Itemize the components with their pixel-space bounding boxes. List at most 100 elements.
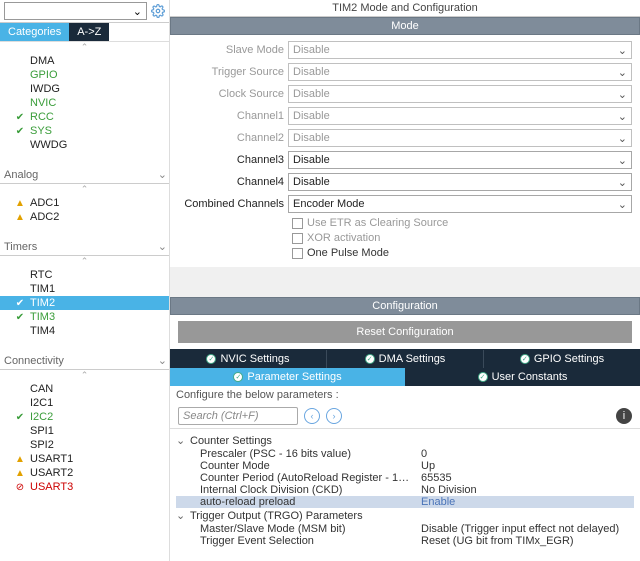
ban-icon [14,482,26,493]
tab-a-z[interactable]: A->Z [69,23,109,41]
peripheral-dma[interactable]: DMA [0,54,169,68]
mode-row-channel3: Channel3Disable⌄ [178,151,632,169]
peripheral-adc1[interactable]: ADC1 [0,196,169,210]
config-tabs-row2: ✓Parameter Settings✓User Constants [170,368,640,386]
peripheral-can[interactable]: CAN [0,382,169,396]
peripheral-usart1[interactable]: USART1 [0,452,169,466]
peripheral-tim3[interactable]: TIM3 [0,310,169,324]
peripheral-i2c2[interactable]: I2C2 [0,410,169,424]
peripheral-spi2[interactable]: SPI2 [0,438,169,452]
chevron-down-icon: ⌄ [618,176,627,189]
param-row[interactable]: Trigger Event SelectionReset (UG bit fro… [176,535,634,547]
info-icon[interactable]: i [616,408,632,424]
resize-handle[interactable]: ⌃ [0,42,169,52]
peripheral-label: GPIO [30,69,58,81]
check-icon [14,412,26,423]
peripheral-label: RTC [30,269,52,281]
mode-select[interactable]: Encoder Mode⌄ [288,195,632,213]
param-key: Trigger Event Selection [200,535,413,547]
param-value: Up [413,460,634,472]
chevron-down-icon: ⌄ [158,168,167,181]
mode-row-clock-source: Clock SourceDisable⌄ [178,85,632,103]
peripheral-usart2[interactable]: USART2 [0,466,169,480]
warn-icon [14,454,26,465]
tree-group: DMAGPIOIWDGNVICRCCSYSWWDG [0,52,169,164]
peripheral-spi1[interactable]: SPI1 [0,424,169,438]
resize-handle[interactable]: ⌃ [0,256,169,266]
param-group-trigger-output-trgo-parameters[interactable]: ⌄Trigger Output (TRGO) Parameters [176,508,634,523]
param-row[interactable]: Internal Clock Division (CKD)No Division [176,484,634,496]
warn-icon [14,198,26,209]
chevron-down-icon: ⌄ [618,66,627,79]
mode-select[interactable]: Disable⌄ [288,151,632,169]
mode-select[interactable]: Disable⌄ [288,173,632,191]
section-connectivity[interactable]: Connectivity⌄ [0,350,169,370]
peripheral-rcc[interactable]: RCC [0,110,169,124]
tab-user-constants[interactable]: ✓User Constants [405,368,640,386]
peripheral-tim4[interactable]: TIM4 [0,324,169,338]
mode-checkbox-one-pulse-mode[interactable]: One Pulse Mode [292,247,632,259]
param-row[interactable]: Prescaler (PSC - 16 bits value)0 [176,448,634,460]
search-next-button[interactable]: › [326,408,342,424]
peripheral-adc2[interactable]: ADC2 [0,210,169,224]
peripheral-gpio[interactable]: GPIO [0,68,169,82]
mode-select[interactable]: Disable⌄ [288,129,632,147]
chevron-down-icon: ⌄ [618,154,627,167]
peripheral-wwdg[interactable]: WWDG [0,138,169,152]
peripheral-label: SPI1 [30,425,54,437]
param-group-counter-settings[interactable]: ⌄Counter Settings [176,433,634,448]
gear-icon[interactable] [151,4,165,18]
peripheral-nvic[interactable]: NVIC [0,96,169,110]
tab-nvic-settings[interactable]: ✓NVIC Settings [170,350,327,368]
peripheral-rtc[interactable]: RTC [0,268,169,282]
peripheral-label: TIM4 [30,325,55,337]
peripheral-tim2[interactable]: TIM2 [0,296,169,310]
configure-note: Configure the below parameters : [170,386,640,404]
chevron-down-icon: ⌄ [176,509,186,522]
mode-select[interactable]: Disable⌄ [288,63,632,81]
resize-handle[interactable]: ⌃ [0,184,169,194]
param-row[interactable]: Master/Slave Mode (MSM bit)Disable (Trig… [176,523,634,535]
mode-label: Trigger Source [178,66,288,78]
chevron-down-icon: ⌄ [158,240,167,253]
param-key: Prescaler (PSC - 16 bits value) [200,448,413,460]
param-row[interactable]: Counter Period (AutoReload Register - 1…… [176,472,634,484]
chevron-down-icon: ⌄ [618,132,627,145]
section-timers[interactable]: Timers⌄ [0,236,169,256]
param-value: Disable (Trigger input effect not delaye… [413,523,634,535]
peripheral-sys[interactable]: SYS [0,124,169,138]
tab-dma-settings[interactable]: ✓DMA Settings [327,350,484,368]
search-prev-button[interactable]: ‹ [304,408,320,424]
left-tabs: Categories A->Z [0,23,169,42]
param-row[interactable]: auto-reload preloadEnable [176,496,634,508]
parameter-tree: ⌄Counter SettingsPrescaler (PSC - 16 bit… [170,429,640,561]
chevron-down-icon: ⌄ [158,354,167,367]
chevron-down-icon: ⌄ [133,5,142,18]
search-input[interactable]: Search (Ctrl+F) [178,407,298,425]
mode-select[interactable]: Disable⌄ [288,85,632,103]
tab-parameter-settings[interactable]: ✓Parameter Settings [170,368,405,386]
peripheral-tim1[interactable]: TIM1 [0,282,169,296]
peripheral-iwdg[interactable]: IWDG [0,82,169,96]
peripheral-i2c1[interactable]: I2C1 [0,396,169,410]
mode-select[interactable]: Disable⌄ [288,41,632,59]
tab-categories[interactable]: Categories [0,23,69,41]
param-value: Reset (UG bit from TIMx_EGR) [413,535,634,547]
peripheral-label: USART2 [30,467,73,479]
peripheral-dropdown[interactable]: ⌄ [4,2,147,20]
right-panel: TIM2 Mode and Configuration Mode Slave M… [170,0,640,561]
tab-gpio-settings[interactable]: ✓GPIO Settings [484,350,640,368]
mode-select[interactable]: Disable⌄ [288,107,632,125]
reset-configuration-button[interactable]: Reset Configuration [178,321,632,343]
param-row[interactable]: Counter ModeUp [176,460,634,472]
panel-gap [170,267,640,297]
mode-row-channel2: Channel2Disable⌄ [178,129,632,147]
resize-handle[interactable]: ⌃ [0,370,169,380]
peripheral-usart3[interactable]: USART3 [0,480,169,494]
section-analog[interactable]: Analog⌄ [0,164,169,184]
peripheral-label: USART3 [30,481,73,493]
mode-label: Channel4 [178,176,288,188]
param-key: Master/Slave Mode (MSM bit) [200,523,413,535]
left-panel: ⌄ Categories A->Z ⌃DMAGPIOIWDGNVICRCCSYS… [0,0,170,561]
ok-icon: ✓ [478,372,488,382]
